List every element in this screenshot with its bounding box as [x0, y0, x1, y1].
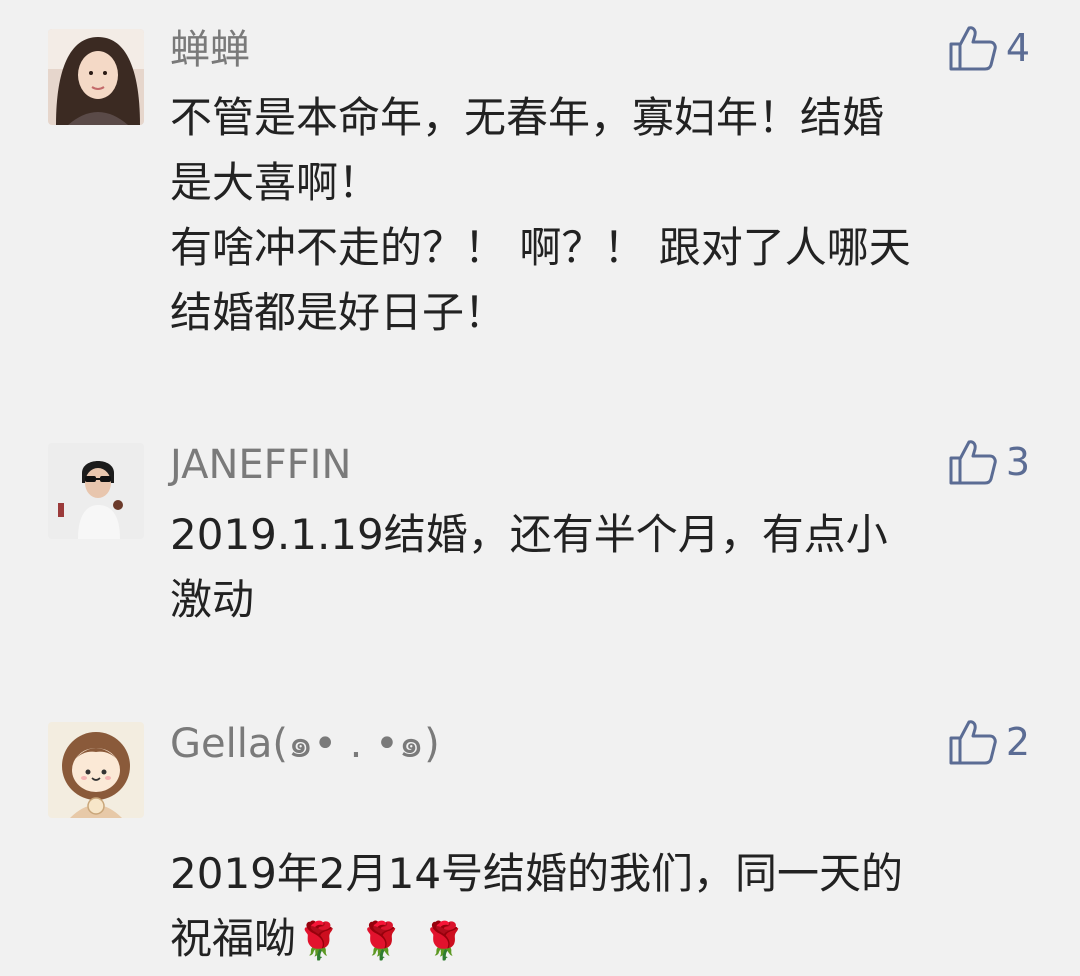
like-button[interactable]: 3 [948, 438, 1030, 486]
like-count: 3 [1005, 440, 1030, 484]
comment-text: 不管是本命年，无春年，寡妇年！结婚 是大喜啊！ 有啥冲不走的？！ 啊？！ 跟对了… [170, 93, 911, 337]
thumbs-up-icon [949, 440, 997, 485]
rose-emoji: 🌹🌹🌹 [296, 921, 485, 962]
commenter-name[interactable]: Gella(๑• . •๑) [170, 724, 440, 764]
comment-text-content: 2019年2月14号结婚的我们，同一天的 祝福呦 [170, 849, 904, 963]
thumbs-up-icon [949, 26, 997, 71]
avatar[interactable] [48, 722, 144, 818]
like-count: 4 [1005, 26, 1030, 70]
commenter-name[interactable]: JANEFFIN [170, 445, 351, 485]
comment-text: 2019年2月14号结婚的我们，同一天的 祝福呦🌹🌹🌹 [170, 776, 1020, 974]
comment-item: 蝉蝉 4 不管是本命年，无春年，寡妇年！结婚 是大喜啊！ 有啥冲不走的？！ 啊？… [0, 0, 1080, 400]
comment-item: Gella(๑• . •๑) 2 2019年2月14号结婚的我们，同一天的 祝福… [0, 690, 1080, 976]
avatar[interactable] [48, 29, 144, 125]
commenter-name[interactable]: 蝉蝉 [170, 30, 250, 70]
avatar[interactable] [48, 443, 144, 539]
like-count: 2 [1005, 720, 1030, 764]
thumbs-up-icon [949, 720, 997, 765]
comment-text: 2019.1.19结婚，还有半个月，有点小 激动 [170, 510, 888, 624]
like-button[interactable]: 2 [948, 718, 1030, 766]
like-button[interactable]: 4 [948, 24, 1030, 72]
comment-item: JANEFFIN 3 2019.1.19结婚，还有半个月，有点小 激动 [0, 400, 1080, 690]
